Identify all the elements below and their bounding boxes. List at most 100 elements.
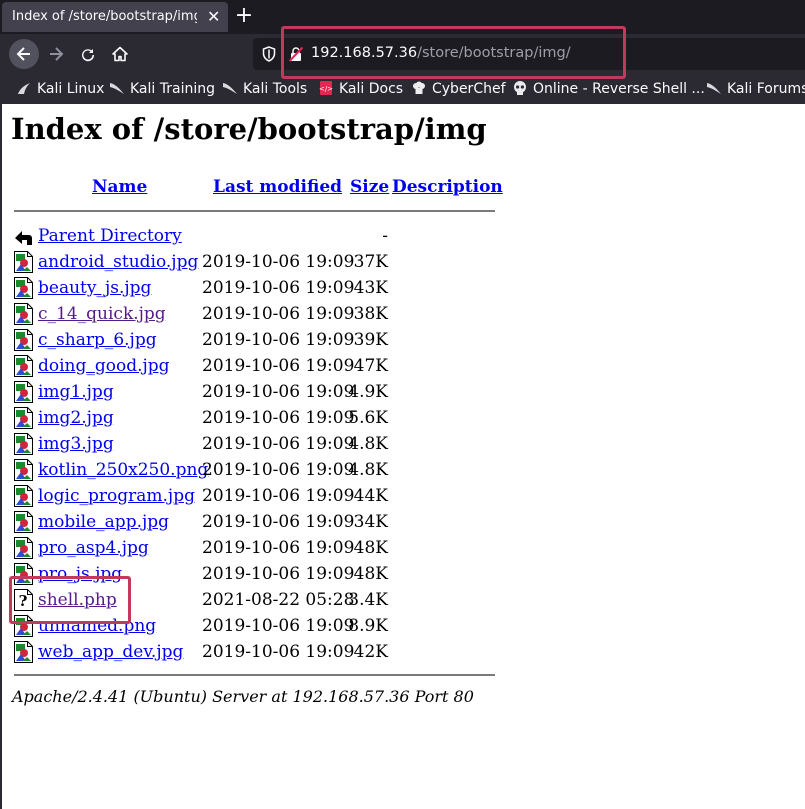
size-cell: 4.8K [348,434,388,454]
shield-icon[interactable] [262,46,276,66]
kali-dragon-icon [223,83,237,94]
server-signature: Apache/2.4.41 (Ubuntu) Server at 192.168… [12,687,474,706]
file-link[interactable]: img2.jpg [38,408,114,428]
image-file-icon [14,459,33,481]
column-header-size[interactable]: Size [350,177,389,197]
size-cell: 43K [353,278,388,298]
file-link[interactable]: web_app_dev.jpg [38,642,183,662]
last-modified-cell: 2019-10-06 19:09 [202,434,355,454]
shell-php-highlight-box [9,576,131,624]
bookmark-kali-tools[interactable]: Kali Tools [222,80,307,97]
image-file-icon [14,407,33,429]
size-cell: 34K [353,512,388,532]
close-icon[interactable]: ✕ [207,7,220,26]
last-modified-cell: 2019-10-06 19:09 [202,642,355,662]
column-header-name[interactable]: Name [92,177,147,197]
last-modified-cell: 2019-10-06 19:09 [202,486,355,506]
size-cell: 5.6K [348,408,388,428]
bookmark-kali-forums[interactable]: Kali Forums [706,80,805,97]
new-tab-icon[interactable]: + [232,3,256,29]
image-file-icon [14,381,33,403]
file-link[interactable]: beauty_js.jpg [38,278,151,298]
file-link[interactable]: Parent Directory [38,226,182,246]
size-cell: 48K [353,538,388,558]
size-cell: 4.9K [348,382,388,402]
size-cell: 47K [353,356,388,376]
bookmark-cyberchef[interactable]: CyberChef [411,80,506,97]
file-link[interactable]: doing_good.jpg [38,356,170,376]
file-link[interactable]: pro_asp4.jpg [38,538,149,558]
last-modified-cell: 2019-10-06 19:09 [202,538,355,558]
file-link[interactable]: c_14_quick.jpg [38,304,166,324]
table-row: Parent Directory - [0,224,520,250]
last-modified-cell: 2019-10-06 19:09 [202,330,355,350]
image-file-icon [14,433,33,455]
page-title: Index of /store/bootstrap/img [11,112,487,146]
size-cell: 48K [353,564,388,584]
size-cell: - [382,226,388,246]
image-file-icon [14,303,33,325]
back-arrow-icon[interactable] [9,39,39,69]
last-modified-cell: 2019-10-06 19:09 [202,252,355,272]
image-file-icon [14,251,33,273]
tab-title: Index of /store/bootstrap/img/ [12,9,197,24]
file-link[interactable]: android_studio.jpg [38,252,198,272]
home-icon[interactable] [105,39,135,69]
table-row: pro_asp4.jpg 2019-10-06 19:09 48K [0,536,520,562]
file-link[interactable]: mobile_app.jpg [38,512,169,532]
last-modified-cell: 2019-10-06 19:09 [202,382,355,402]
directory-listing-page: Index of /store/bootstrap/img Name Last … [0,104,805,809]
table-row: android_studio.jpg 2019-10-06 19:09 37K [0,250,520,276]
table-row: mobile_app.jpg 2019-10-06 19:09 34K [0,510,520,536]
last-modified-cell: 2019-10-06 19:09 [202,278,355,298]
size-cell: 38K [353,304,388,324]
table-row: c_14_quick.jpg 2019-10-06 19:09 38K [0,302,520,328]
image-file-icon [14,485,33,507]
last-modified-cell: 2019-10-06 19:09 [202,460,355,480]
kali-docs-icon: </> [319,81,333,95]
file-link[interactable]: logic_program.jpg [38,486,195,506]
table-row: doing_good.jpg 2019-10-06 19:09 47K [0,354,520,380]
table-row: img1.jpg 2019-10-06 19:09 4.9K [0,380,520,406]
chef-hat-icon [413,81,425,94]
last-modified-cell: 2019-10-06 19:09 [202,304,355,324]
column-header-description[interactable]: Description [392,177,503,197]
image-file-icon [14,641,33,663]
column-header-last-modified[interactable]: Last modified [213,177,342,197]
url-highlight-box [281,26,626,79]
size-cell: 8.9K [348,616,388,636]
header-divider [14,210,495,212]
file-link[interactable]: kotlin_250x250.png [38,460,208,480]
file-link[interactable]: img3.jpg [38,434,114,454]
reload-icon[interactable] [73,39,103,69]
svg-text:</>: </> [319,85,333,93]
table-row: kotlin_250x250.png 2019-10-06 19:09 4.8K [0,458,520,484]
kali-dragon-icon [110,83,124,94]
skull-icon [514,81,526,95]
size-cell: 37K [353,252,388,272]
image-file-icon [14,511,33,533]
last-modified-cell: 2019-10-06 19:09 [202,616,355,636]
file-link[interactable]: img1.jpg [38,382,114,402]
last-modified-cell: 2019-10-06 19:09 [202,356,355,376]
size-cell: 42K [353,642,388,662]
table-row: img3.jpg 2019-10-06 19:09 4.8K [0,432,520,458]
active-tab[interactable]: Index of /store/bootstrap/img/ ✕ [2,2,228,32]
image-file-icon [14,329,33,351]
window-edge [0,104,2,809]
table-row: logic_program.jpg 2019-10-06 19:09 44K [0,484,520,510]
table-row: web_app_dev.jpg 2019-10-06 19:09 42K [0,640,520,666]
bookmark-reverse-shell[interactable]: Online - Reverse Shell ... [512,80,705,97]
bookmark-kali-training[interactable]: Kali Training [109,80,215,97]
last-modified-cell: 2019-10-06 19:09 [202,512,355,532]
forward-arrow-icon[interactable] [41,39,71,69]
size-cell: 44K [353,486,388,506]
file-link[interactable]: c_sharp_6.jpg [38,330,157,350]
size-cell: 39K [353,330,388,350]
size-cell: 3.4K [348,590,388,610]
table-row: img2.jpg 2019-10-06 19:09 5.6K [0,406,520,432]
table-row: c_sharp_6.jpg 2019-10-06 19:09 39K [0,328,520,354]
last-modified-cell: 2019-10-06 19:09 [202,564,355,584]
bookmark-kali-docs[interactable]: </> Kali Docs [318,80,403,97]
bookmark-kali-linux[interactable]: Kali Linux [16,80,104,97]
